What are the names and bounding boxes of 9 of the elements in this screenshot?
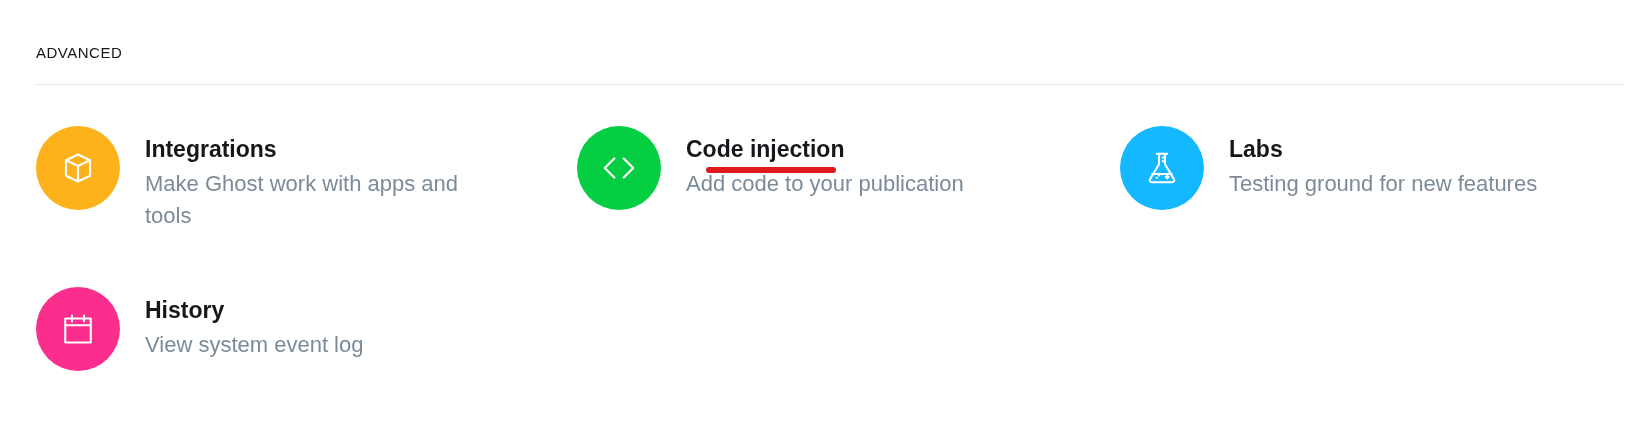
item-title[interactable]: Integrations (145, 136, 277, 162)
item-title[interactable]: History (145, 297, 225, 323)
item-description: View system event log (145, 331, 364, 359)
section-heading: ADVANCED (36, 43, 124, 63)
item-description: Add code to your publication (686, 170, 964, 198)
item-title[interactable]: Code injection (686, 136, 845, 162)
item-description: Make Ghost work with apps and tools (145, 170, 460, 230)
item-title[interactable]: Labs (1229, 136, 1283, 162)
item-description: Testing ground for new features (1229, 170, 1538, 198)
